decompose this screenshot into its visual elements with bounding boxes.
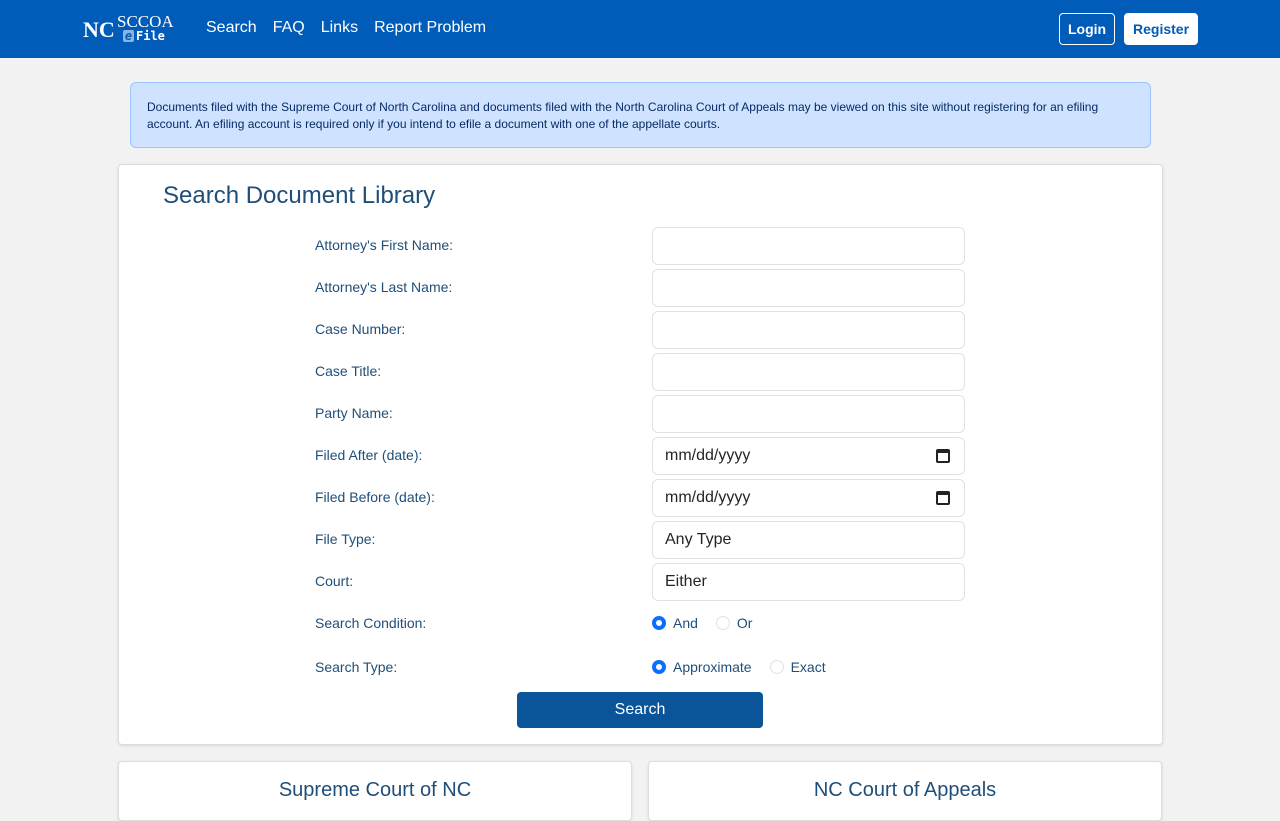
label: Filed Before (date):	[315, 489, 435, 505]
party-name-input[interactable]	[652, 395, 965, 433]
nav-report-problem[interactable]: Report Problem	[374, 19, 486, 37]
label: Filed After (date):	[315, 447, 423, 463]
type-approximate-radio[interactable]: Approximate	[652, 659, 752, 675]
logo-file: File	[136, 29, 165, 43]
radio-label: Or	[736, 615, 753, 631]
filed-before-input[interactable]: mm/dd/yyyy	[652, 479, 965, 517]
card-title: NC Court of Appeals	[813, 779, 997, 801]
date-placeholder: mm/dd/yyyy	[665, 447, 751, 464]
condition-and-radio[interactable]: And	[652, 615, 698, 631]
label: Search Type:	[315, 659, 398, 675]
court-select[interactable]: Either	[652, 563, 965, 601]
date-placeholder: mm/dd/yyyy	[665, 489, 751, 506]
radio-unchecked[interactable]	[715, 616, 730, 630]
radio-checked[interactable]	[652, 660, 666, 674]
radio-checked[interactable]	[652, 616, 666, 630]
case-title-input[interactable]	[652, 353, 965, 391]
card-title: Supreme Court of NC	[278, 779, 472, 801]
radio-label: Exact	[790, 659, 826, 675]
label: Attorney's Last Name:	[315, 279, 453, 295]
radio-label: And	[673, 615, 698, 631]
case-number-input[interactable]	[652, 311, 965, 349]
search-button[interactable]: Search	[517, 692, 763, 728]
label: Case Title:	[315, 363, 382, 379]
nav-faq[interactable]: FAQ	[273, 19, 305, 37]
type-exact-radio[interactable]: Exact	[769, 659, 826, 675]
calendar-icon[interactable]	[936, 491, 950, 505]
logo-e: e	[123, 29, 134, 43]
attorney-last-name-input[interactable]	[652, 269, 965, 307]
label: Case Number:	[315, 321, 406, 337]
court-of-appeals-card: NC Court of Appeals	[648, 761, 1162, 821]
radio-label: Approximate	[673, 659, 752, 675]
nav-search[interactable]: Search	[206, 19, 257, 37]
label: Party Name:	[315, 405, 393, 421]
label: Search Condition:	[315, 615, 427, 631]
label: File Type:	[315, 531, 376, 547]
search-card: Search Document Library Attorney's First…	[118, 164, 1163, 745]
condition-or-radio[interactable]: Or	[715, 615, 753, 631]
register-button[interactable]: Register	[1124, 13, 1199, 45]
calendar-icon[interactable]	[936, 449, 950, 463]
radio-unchecked[interactable]	[769, 660, 784, 674]
label: Court:	[315, 573, 354, 589]
nav-links[interactable]: Links	[321, 19, 358, 37]
filed-after-input[interactable]: mm/dd/yyyy	[652, 437, 965, 475]
logo-nc: NC	[83, 17, 115, 42]
logo-efile: e File	[123, 29, 165, 43]
navbar: NC SCCOA e File Search FAQ Links Report P…	[0, 0, 1280, 58]
info-alert: Documents filed with the Supreme Court o…	[130, 82, 1151, 148]
login-button[interactable]: Login	[1059, 13, 1116, 45]
attorney-first-name-input[interactable]	[652, 227, 965, 265]
supreme-court-card: Supreme Court of NC	[118, 761, 632, 821]
label: Attorney's First Name:	[315, 237, 454, 253]
page-title: Search Document Library	[163, 182, 436, 209]
file-type-select[interactable]: Any Type	[652, 521, 965, 559]
